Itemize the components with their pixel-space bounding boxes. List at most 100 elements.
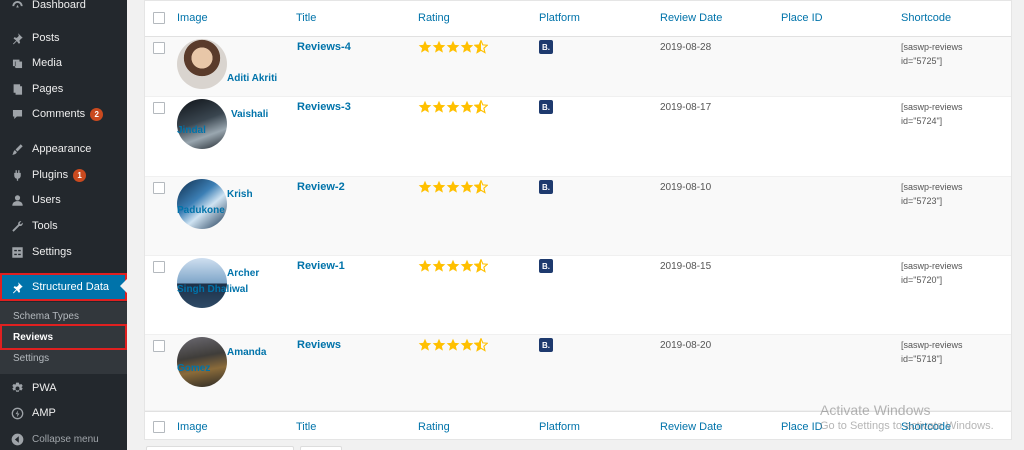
menu-posts[interactable]: Posts xyxy=(0,25,127,51)
reviewer-name[interactable]: Amanda xyxy=(227,345,266,361)
star-full-icon xyxy=(460,338,474,355)
submenu-reviews-label: Reviews xyxy=(13,331,54,343)
menu-appearance-label: Appearance xyxy=(32,143,92,155)
select-all-checkbox[interactable] xyxy=(153,12,165,24)
user-icon xyxy=(10,193,24,207)
shortcode-line1: [saswp-reviews xyxy=(901,102,963,112)
column-header-shortcode[interactable]: Shortcode xyxy=(901,12,951,24)
table-row: Krish Padukone Review-2 B. 2019-08-10 [saswp-… xyxy=(145,177,1011,256)
menu-plugins[interactable]: Plugins 1 xyxy=(0,162,127,188)
platform-badge-icon: B. xyxy=(539,100,553,114)
star-full-icon xyxy=(460,100,474,117)
menu-appearance[interactable]: Appearance xyxy=(0,136,127,162)
column-header-place-id[interactable]: Place ID xyxy=(781,12,823,24)
menu-structured-data[interactable]: Structured Data xyxy=(0,273,127,301)
column-header-image[interactable]: Image xyxy=(177,12,208,24)
platform-badge-icon: B. xyxy=(539,180,553,194)
star-half-icon xyxy=(473,179,489,197)
star-full-icon xyxy=(418,180,432,197)
reviewer-avatar xyxy=(177,39,227,89)
footer-header-image[interactable]: Image xyxy=(177,421,208,433)
reviewer-name-line2[interactable]: Gomez xyxy=(177,361,210,377)
select-all-checkbox-footer[interactable] xyxy=(153,421,165,433)
review-title-link[interactable]: Reviews xyxy=(297,339,341,351)
menu-tools[interactable]: Tools xyxy=(0,213,127,239)
menu-amp[interactable]: AMP xyxy=(0,400,127,426)
row-checkbox[interactable] xyxy=(153,261,165,273)
shortcode-line2: id="5718"] xyxy=(901,354,943,364)
gear-icon xyxy=(10,381,24,395)
reviewer-name[interactable]: Archer xyxy=(227,266,259,282)
row-checkbox[interactable] xyxy=(153,340,165,352)
review-title-link[interactable]: Reviews-3 xyxy=(297,101,351,113)
star-full-icon xyxy=(418,100,432,117)
star-full-icon xyxy=(446,40,460,57)
submenu-schema-types[interactable]: Schema Types xyxy=(0,307,127,325)
shortcode: [saswp-reviews id="5720"] xyxy=(901,259,1001,287)
platform-badge-icon: B. xyxy=(539,259,553,273)
footer-header-rating[interactable]: Rating xyxy=(418,421,450,433)
review-title-link[interactable]: Review-1 xyxy=(297,260,345,272)
column-header-review-date[interactable]: Review Date xyxy=(660,12,722,24)
shortcode-line1: [saswp-reviews xyxy=(901,261,963,271)
footer-header-place-id[interactable]: Place ID xyxy=(781,421,823,433)
collapse-menu-button[interactable]: Collapse menu xyxy=(0,426,127,450)
menu-amp-label: AMP xyxy=(32,407,56,419)
star-full-icon xyxy=(432,259,446,276)
submenu-settings-label: Settings xyxy=(13,352,50,364)
bulk-actions-select[interactable] xyxy=(146,446,294,450)
table-header-row: Image Title Rating Platform Review Date … xyxy=(145,1,1011,37)
plugin-icon xyxy=(10,168,24,182)
menu-media[interactable]: Media xyxy=(0,50,127,76)
review-title-link[interactable]: Review-2 xyxy=(297,181,345,193)
review-date: 2019-08-20 xyxy=(660,340,712,351)
column-header-title[interactable]: Title xyxy=(296,12,316,24)
reviewer-name-line2[interactable]: Padukone xyxy=(177,203,225,219)
menu-posts-label: Posts xyxy=(32,32,60,44)
apply-button[interactable] xyxy=(300,446,342,450)
menu-settings[interactable]: Settings xyxy=(0,239,127,265)
row-checkbox[interactable] xyxy=(153,42,165,54)
platform-badge-icon: B. xyxy=(539,338,553,352)
reviewer-name-line2[interactable]: Singh Dhaliwal xyxy=(177,282,248,298)
plugins-count-badge: 1 xyxy=(73,168,87,182)
menu-comments[interactable]: Comments 2 xyxy=(0,101,127,127)
review-date: 2019-08-17 xyxy=(660,102,712,113)
menu-pwa[interactable]: PWA xyxy=(0,375,127,401)
reviewer-name[interactable]: Aditi Akriti xyxy=(227,71,277,87)
pushpin-icon xyxy=(10,280,24,294)
submenu-settings[interactable]: Settings xyxy=(0,349,127,367)
review-title-link[interactable]: Reviews-4 xyxy=(297,41,351,53)
shortcode-line1: [saswp-reviews xyxy=(901,42,963,52)
column-header-platform[interactable]: Platform xyxy=(539,12,580,24)
shortcode-line1: [saswp-reviews xyxy=(901,340,963,350)
star-full-icon xyxy=(432,180,446,197)
reviewer-name-line2[interactable]: Jindal xyxy=(177,123,206,139)
pages-icon xyxy=(10,82,24,96)
row-checkbox[interactable] xyxy=(153,102,165,114)
menu-users[interactable]: Users xyxy=(0,187,127,213)
star-full-icon xyxy=(418,259,432,276)
review-date: 2019-08-10 xyxy=(660,182,712,193)
row-checkbox[interactable] xyxy=(153,182,165,194)
platform-badge-icon: B. xyxy=(539,40,553,54)
table-row: Amanda Gomez Reviews B. 2019-08-20 [saswp-rev… xyxy=(145,335,1011,411)
star-full-icon xyxy=(446,100,460,117)
menu-pages[interactable]: Pages xyxy=(0,76,127,102)
star-half-icon xyxy=(473,337,489,355)
column-header-rating[interactable]: Rating xyxy=(418,12,450,24)
submenu-reviews[interactable]: Reviews xyxy=(0,324,127,350)
reviewer-name[interactable]: Vaishali xyxy=(231,107,268,123)
media-icon xyxy=(10,56,24,70)
reviewer-name[interactable]: Krish xyxy=(227,187,253,203)
shortcode-line2: id="5724"] xyxy=(901,116,943,126)
star-half-icon xyxy=(473,258,489,276)
footer-header-title[interactable]: Title xyxy=(296,421,316,433)
paintbrush-icon xyxy=(10,142,24,156)
menu-dashboard[interactable]: Dashboard xyxy=(0,0,127,18)
footer-header-review-date[interactable]: Review Date xyxy=(660,421,722,433)
menu-plugins-label: Plugins xyxy=(32,169,69,181)
menu-users-label: Users xyxy=(32,194,61,206)
footer-header-platform[interactable]: Platform xyxy=(539,421,580,433)
star-full-icon xyxy=(460,180,474,197)
